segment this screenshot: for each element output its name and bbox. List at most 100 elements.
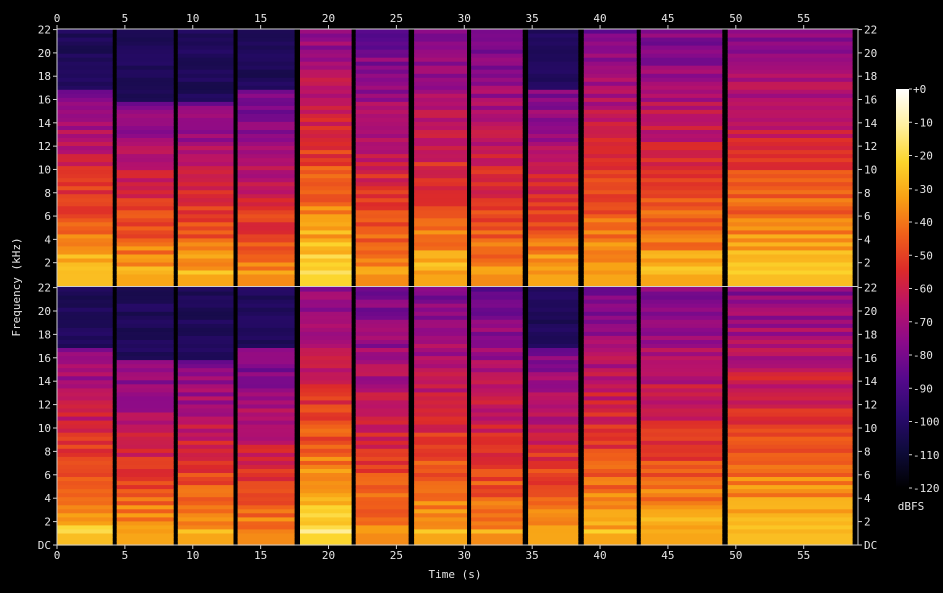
spectral-band	[640, 379, 723, 385]
spectral-band	[414, 383, 467, 389]
spectral-band	[414, 282, 467, 287]
spectral-band	[116, 488, 174, 494]
spectral-band	[300, 97, 352, 102]
spectral-band	[640, 456, 723, 461]
spectral-band	[528, 253, 579, 259]
spectral-band	[528, 217, 579, 223]
y-tick-label-right: 2	[864, 516, 871, 529]
spectral-band	[355, 177, 409, 183]
spectral-band	[355, 53, 409, 58]
spectral-band	[177, 480, 234, 486]
y-tick-label-left: 10	[38, 422, 51, 435]
spectral-band	[414, 233, 467, 239]
spectral-band	[177, 209, 234, 215]
spectral-band	[471, 440, 523, 445]
spectral-band	[727, 93, 853, 98]
spectral-band	[414, 261, 467, 267]
spectral-band	[177, 331, 234, 336]
spectral-band	[355, 105, 409, 110]
spectral-band	[237, 476, 295, 482]
spectral-band	[300, 448, 352, 453]
spectral-band	[640, 169, 723, 175]
spectral-band	[414, 81, 467, 86]
x-tick-label-top: 10	[186, 12, 199, 25]
spectral-band	[727, 109, 853, 114]
spectral-band	[177, 520, 234, 526]
spectral-band	[237, 217, 295, 223]
segment-3	[177, 29, 234, 287]
spectral-band	[116, 129, 174, 134]
spectral-band	[116, 351, 174, 357]
spectral-band	[471, 185, 523, 191]
spectral-band	[177, 496, 234, 502]
spectral-band	[471, 339, 523, 344]
spectral-band	[414, 249, 467, 255]
spectral-band	[300, 516, 352, 522]
spectral-band	[177, 468, 234, 473]
spectral-band	[583, 339, 637, 344]
spectral-band	[414, 177, 467, 183]
spectral-band	[640, 452, 723, 457]
spectral-band	[237, 261, 295, 267]
spectral-band	[471, 287, 523, 292]
spectral-band	[57, 412, 113, 417]
spectral-band	[528, 480, 579, 486]
spectral-band	[237, 233, 295, 239]
spectral-band	[727, 516, 853, 522]
spectral-band	[237, 416, 295, 421]
spectral-band	[640, 61, 723, 66]
spectral-band	[640, 440, 723, 445]
spectral-band	[528, 101, 579, 106]
spectral-band	[583, 359, 637, 365]
spectral-band	[640, 237, 723, 243]
spectral-band	[237, 339, 295, 344]
spectral-band	[727, 387, 853, 393]
spectral-band	[528, 395, 579, 401]
spectral-band	[355, 496, 409, 502]
spectral-band	[355, 81, 409, 86]
spectral-band	[414, 77, 467, 82]
spectral-band	[300, 157, 352, 163]
spectral-band	[727, 157, 853, 163]
spectral-band	[583, 448, 637, 453]
spectral-band	[300, 117, 352, 122]
spectral-band	[471, 387, 523, 393]
spectral-band	[116, 456, 174, 461]
spectral-band	[355, 452, 409, 457]
spectral-band	[583, 153, 637, 159]
spectral-band	[355, 237, 409, 243]
spectral-band	[471, 201, 523, 207]
spectral-band	[177, 339, 234, 344]
y-tick-label-right: 8	[864, 445, 871, 458]
spectral-band	[528, 295, 579, 300]
spectral-band	[528, 335, 579, 340]
spectral-band	[471, 282, 523, 287]
spectral-band	[237, 403, 295, 409]
spectral-band	[300, 319, 352, 324]
spectral-band	[300, 61, 352, 66]
spectral-band	[237, 524, 295, 530]
spectral-band	[300, 484, 352, 490]
spectral-band	[116, 185, 174, 191]
spectral-band	[177, 536, 234, 542]
spectral-band	[177, 165, 234, 171]
spectral-band	[414, 105, 467, 110]
spectral-band	[528, 77, 579, 82]
spectral-band	[414, 416, 467, 421]
spectral-band	[528, 117, 579, 122]
spectral-band	[300, 221, 352, 227]
y-tick-label-right: 10	[864, 422, 877, 435]
spectral-band	[727, 319, 853, 324]
x-tick-label-top: 25	[390, 12, 403, 25]
spectral-band	[116, 536, 174, 542]
spectral-band	[528, 274, 579, 279]
spectral-band	[727, 436, 853, 441]
spectral-band	[57, 189, 113, 195]
spectral-band	[528, 440, 579, 445]
spectral-band	[471, 57, 523, 62]
spectral-band	[727, 41, 853, 46]
spectral-band	[414, 472, 467, 477]
spectral-band	[528, 484, 579, 490]
spectral-band	[583, 287, 637, 292]
spectral-band	[471, 395, 523, 401]
